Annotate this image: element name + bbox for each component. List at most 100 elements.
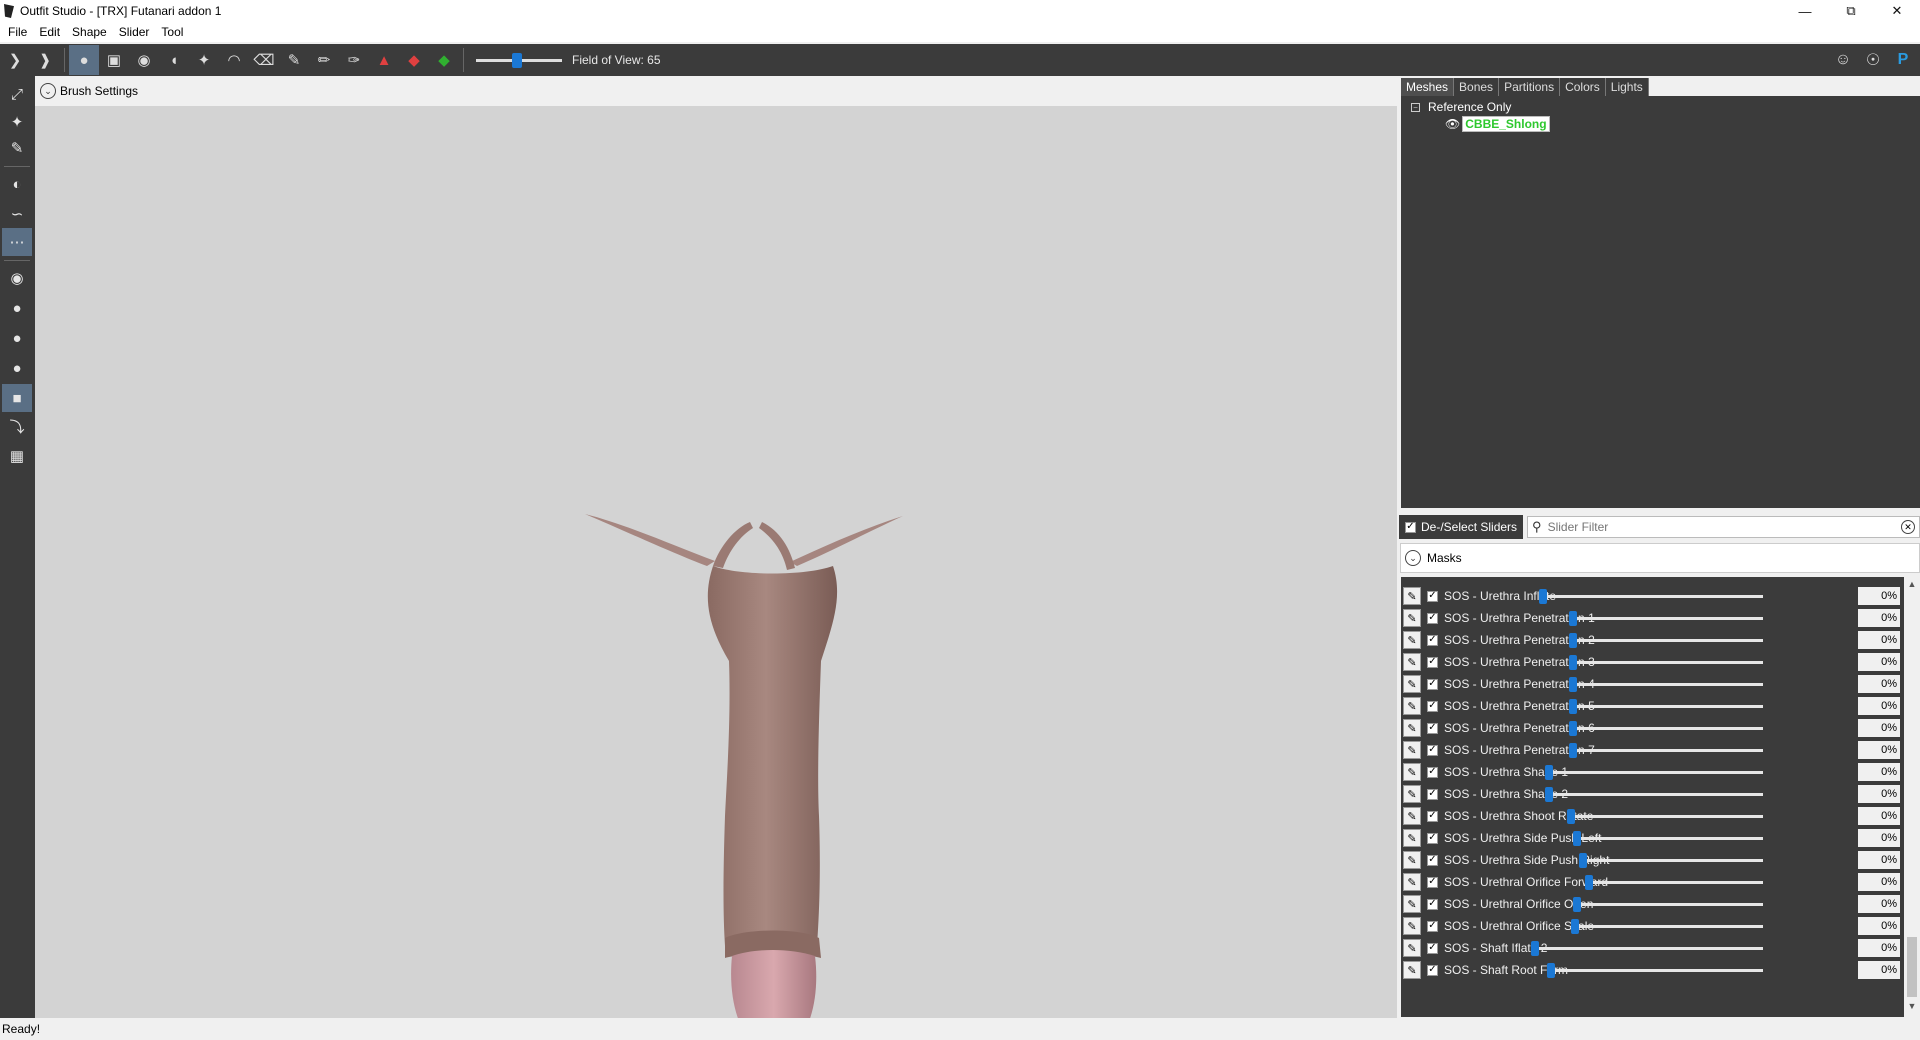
undiff-brush-icon[interactable]: ⌫ <box>249 45 279 75</box>
slider-value[interactable]: 0% <box>1858 807 1900 825</box>
slider-thumb[interactable] <box>1585 875 1593 890</box>
slider-checkbox[interactable]: ✓ <box>1427 920 1438 932</box>
slider-thumb[interactable] <box>1569 699 1577 714</box>
edit-slider-icon[interactable]: ✎ <box>1403 829 1421 847</box>
edit-slider-icon[interactable]: ✎ <box>1403 785 1421 803</box>
weight-brush-icon[interactable]: ✎ <box>279 45 309 75</box>
lighting-icon[interactable]: ● <box>2 294 32 322</box>
slider-track[interactable] <box>1573 837 1763 840</box>
slider-value[interactable]: 0% <box>1858 653 1900 671</box>
edit-slider-icon[interactable]: ✎ <box>1403 719 1421 737</box>
edit-slider-icon[interactable]: ✎ <box>1403 763 1421 781</box>
slider-value[interactable]: 0% <box>1858 609 1900 627</box>
slider-thumb[interactable] <box>1567 809 1575 824</box>
flip-edge-icon[interactable]: ∽ <box>2 200 32 228</box>
grid-icon[interactable]: ▦ <box>2 442 32 470</box>
tab-meshes[interactable]: Meshes <box>1401 78 1455 96</box>
slider-value[interactable]: 0% <box>1858 961 1900 979</box>
deflate-brush-icon[interactable]: ◖ <box>159 45 189 75</box>
vertex-select-icon[interactable]: ✎ <box>2 134 32 162</box>
alpha-brush-icon[interactable]: ✑ <box>339 45 369 75</box>
edit-slider-icon[interactable]: ✎ <box>1403 675 1421 693</box>
minimize-button[interactable]: — <box>1782 0 1828 22</box>
slider-track[interactable] <box>1569 661 1763 664</box>
edit-slider-icon[interactable]: ✎ <box>1403 873 1421 891</box>
slider-list-scrollbar[interactable]: ▲ ▼ <box>1904 577 1920 1017</box>
slider-thumb[interactable] <box>1531 941 1539 956</box>
collapse-icon[interactable]: − <box>1411 102 1420 112</box>
slider-thumb[interactable] <box>1569 721 1577 736</box>
menu-shape[interactable]: Shape <box>66 25 113 39</box>
slider-value[interactable]: 0% <box>1858 719 1900 737</box>
wireframe-icon[interactable]: ◉ <box>2 264 32 292</box>
slider-track[interactable] <box>1571 925 1763 928</box>
slider-track[interactable] <box>1569 639 1763 642</box>
y-mirror-icon[interactable]: ◆ <box>399 45 429 75</box>
edit-slider-icon[interactable]: ✎ <box>1403 741 1421 759</box>
discord-icon[interactable]: ☺ <box>1828 45 1858 75</box>
edit-slider-icon[interactable]: ✎ <box>1403 807 1421 825</box>
slider-checkbox[interactable]: ✓ <box>1427 678 1438 690</box>
slider-checkbox[interactable]: ✓ <box>1427 722 1438 734</box>
slider-thumb[interactable] <box>1569 743 1577 758</box>
slider-track[interactable] <box>1585 881 1763 884</box>
edit-slider-icon[interactable]: ✎ <box>1403 697 1421 715</box>
tree-root[interactable]: − Reference Only <box>1411 100 1511 114</box>
slider-track[interactable] <box>1573 903 1763 906</box>
slider-track[interactable] <box>1539 595 1763 598</box>
slider-checkbox[interactable]: ✓ <box>1427 810 1438 822</box>
chevron-down-icon[interactable]: ⌄ <box>1405 550 1421 566</box>
close-button[interactable]: ✕ <box>1874 0 1920 22</box>
masks-header[interactable]: ⌄ Masks <box>1400 543 1920 573</box>
fov-slider-thumb[interactable] <box>512 53 522 68</box>
cube-view-icon[interactable]: ■ <box>2 384 32 412</box>
menu-file[interactable]: File <box>2 25 33 39</box>
slider-checkbox[interactable]: ✓ <box>1427 942 1438 954</box>
normal-seam-icon[interactable]: ● <box>2 354 32 382</box>
slider-value[interactable]: 0% <box>1858 917 1900 935</box>
scrollbar-thumb[interactable] <box>1907 937 1917 997</box>
slider-filter-input[interactable] <box>1547 520 1901 534</box>
slider-track[interactable] <box>1545 771 1763 774</box>
x-mirror-icon[interactable]: ▲ <box>369 45 399 75</box>
slider-value[interactable]: 0% <box>1858 763 1900 781</box>
mesh-tree[interactable]: − Reference Only 👁 CBBE_Shlong <box>1401 96 1920 508</box>
tab-colors[interactable]: Colors <box>1560 78 1606 96</box>
eye-icon[interactable]: 👁 <box>1445 117 1460 131</box>
slider-list[interactable]: ✎ ✓ SOS - Urethra Inflate 0% ✎ ✓ SOS - Urethra… <box>1401 577 1904 1017</box>
edit-slider-icon[interactable]: ✎ <box>1403 609 1421 627</box>
edit-slider-icon[interactable]: ✎ <box>1403 917 1421 935</box>
mesh-name[interactable]: CBBE_Shlong <box>1462 116 1550 132</box>
tab-lights[interactable]: Lights <box>1606 78 1649 96</box>
restore-button[interactable]: ⧉ <box>1828 0 1874 22</box>
slider-track[interactable] <box>1545 793 1763 796</box>
slider-track[interactable] <box>1579 859 1763 862</box>
outfit-icon[interactable]: ❱ <box>30 45 60 75</box>
slider-thumb[interactable] <box>1573 831 1581 846</box>
select-brush-icon[interactable]: ● <box>69 45 99 75</box>
field-of-view-slider[interactable] <box>476 45 562 75</box>
slider-thumb[interactable] <box>1569 655 1577 670</box>
slider-thumb[interactable] <box>1545 787 1553 802</box>
slider-track[interactable] <box>1569 683 1763 686</box>
collapse-vertex-icon[interactable]: ◐ <box>2 170 32 198</box>
color-brush-icon[interactable]: ✏ <box>309 45 339 75</box>
slider-track[interactable] <box>1569 727 1763 730</box>
menu-edit[interactable]: Edit <box>33 25 66 39</box>
slider-filter-field[interactable]: ⚲ ✕ <box>1527 516 1920 538</box>
slider-value[interactable]: 0% <box>1858 851 1900 869</box>
slider-checkbox[interactable]: ✓ <box>1427 788 1438 800</box>
edit-slider-icon[interactable]: ✎ <box>1403 895 1421 913</box>
slider-value[interactable]: 0% <box>1858 873 1900 891</box>
slider-track[interactable] <box>1531 947 1763 950</box>
project-icon[interactable]: ❯ <box>0 45 30 75</box>
split-edge-icon[interactable]: ⋯ <box>2 228 32 256</box>
slider-value[interactable]: 0% <box>1858 675 1900 693</box>
slider-checkbox[interactable]: ✓ <box>1427 634 1438 646</box>
slider-checkbox[interactable]: ✓ <box>1427 964 1438 976</box>
tree-item-mesh[interactable]: 👁 CBBE_Shlong <box>1445 116 1550 132</box>
slider-checkbox[interactable]: ✓ <box>1427 612 1438 624</box>
slider-thumb[interactable] <box>1539 589 1547 604</box>
move-brush-icon[interactable]: ✦ <box>189 45 219 75</box>
slider-track[interactable] <box>1569 617 1763 620</box>
